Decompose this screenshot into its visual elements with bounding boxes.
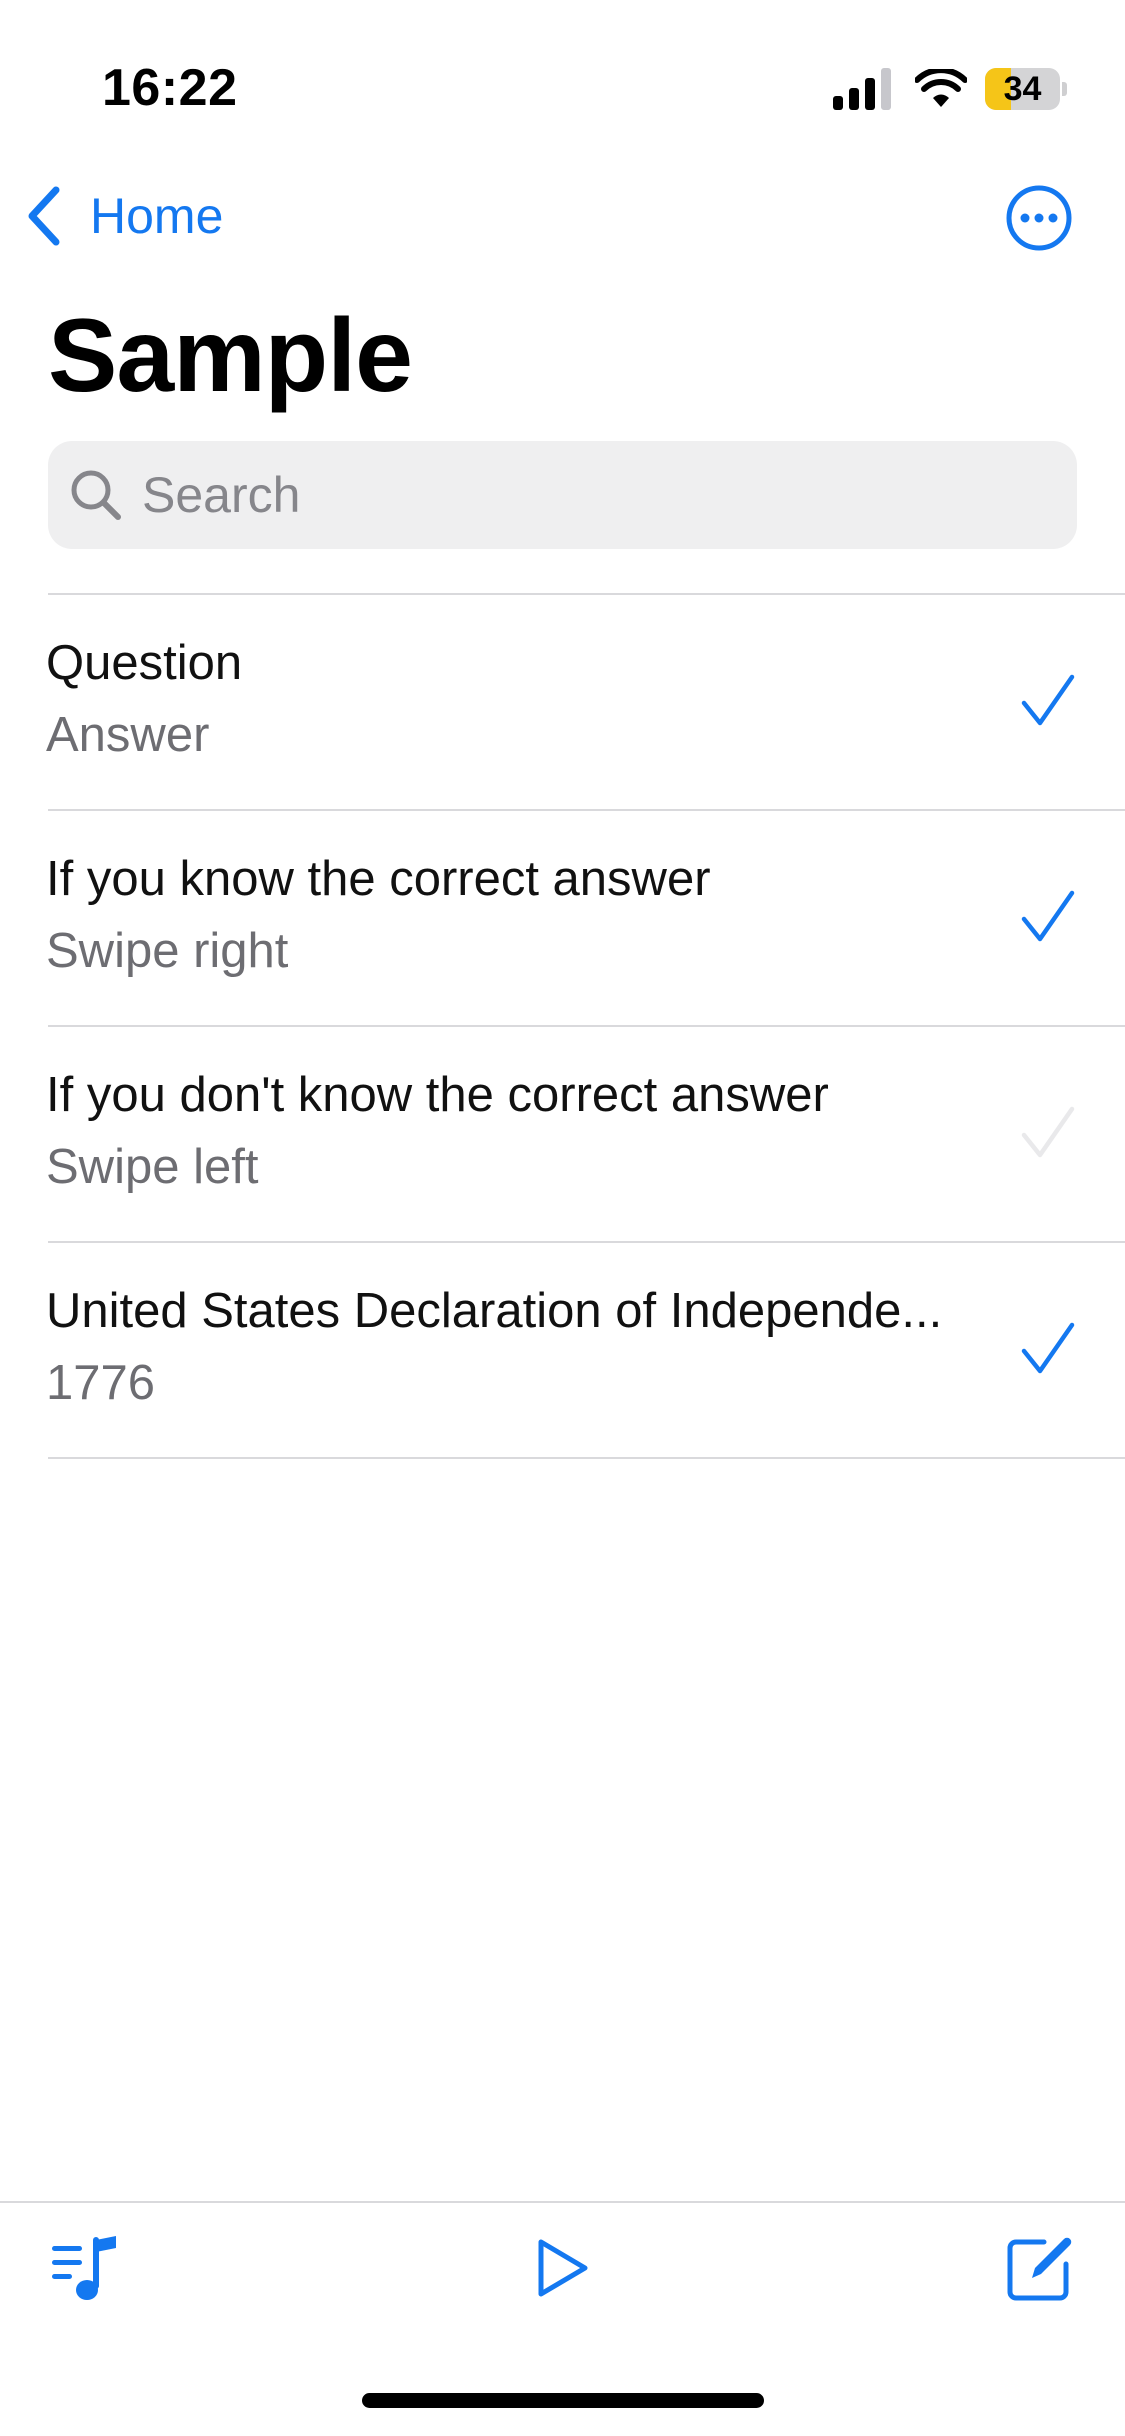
signal-icon	[833, 68, 891, 110]
home-indicator[interactable]	[362, 2393, 764, 2408]
play-icon	[538, 2239, 588, 2297]
checkmark-icon[interactable]	[1020, 673, 1076, 729]
back-button-label: Home	[90, 188, 224, 244]
card-question: If you don't know the correct answer	[46, 1068, 829, 1122]
card-answer: Answer	[46, 708, 210, 762]
card-question: Question	[46, 636, 243, 690]
play-button[interactable]	[535, 2237, 591, 2299]
compose-button[interactable]	[1006, 2232, 1074, 2302]
chevron-left-icon	[28, 186, 60, 246]
back-button[interactable]: Home	[24, 180, 223, 252]
more-options-button[interactable]	[1005, 184, 1073, 252]
card-row[interactable]: United States Declaration of Independe..…	[0, 1243, 1125, 1457]
card-question: United States Declaration of Independe..…	[46, 1284, 943, 1338]
page-title: Sample	[48, 298, 413, 414]
card-question: If you know the correct answer	[46, 852, 711, 906]
ellipsis-circle-icon	[1006, 185, 1072, 251]
card-row[interactable]: Question Answer	[0, 595, 1125, 809]
card-row[interactable]: If you know the correct answer Swipe righ…	[0, 811, 1125, 1025]
checkmark-icon[interactable]	[1020, 1105, 1076, 1161]
card-answer: Swipe left	[46, 1140, 259, 1194]
card-list: Question Answer If you know the correct an…	[0, 593, 1125, 1459]
status-icons: 34	[833, 64, 1067, 114]
card-answer: 1776	[46, 1356, 156, 1410]
list-divider	[48, 1457, 1125, 1459]
wifi-icon	[915, 69, 967, 107]
compose-icon	[1007, 2237, 1072, 2301]
status-bar: 16:22 34	[0, 0, 1125, 150]
status-time: 16:22	[102, 59, 238, 117]
battery-body: 34	[985, 68, 1061, 110]
battery-level: 34	[1003, 69, 1042, 108]
battery-icon: 34	[985, 68, 1067, 110]
card-answer: Swipe right	[46, 924, 289, 978]
playlist-button[interactable]	[52, 2234, 124, 2304]
checkmark-icon[interactable]	[1020, 1321, 1076, 1377]
playlist-icon	[52, 2236, 116, 2300]
toolbar-divider	[0, 2201, 1125, 2203]
search-input[interactable]	[142, 455, 1042, 535]
search-bar[interactable]	[48, 441, 1077, 549]
card-row[interactable]: If you don't know the correct answer Swip…	[0, 1027, 1125, 1241]
battery-cap	[1062, 82, 1067, 96]
magnifying-glass-icon	[71, 470, 121, 520]
checkmark-icon[interactable]	[1020, 889, 1076, 945]
